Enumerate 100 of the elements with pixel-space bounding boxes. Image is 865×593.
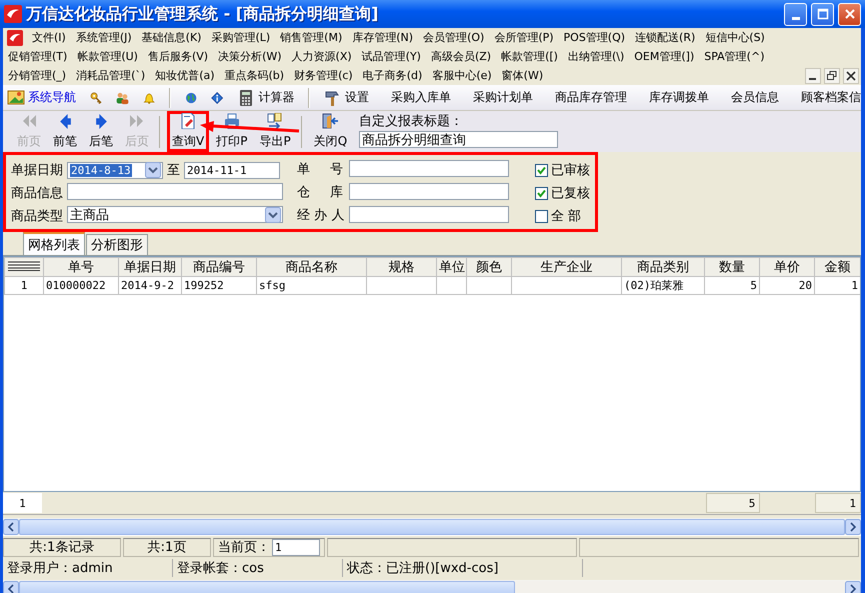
dropdown-button[interactable] — [265, 206, 281, 222]
tab[interactable]: 分析图形 — [86, 234, 148, 255]
input-field[interactable] — [349, 206, 509, 223]
input-field[interactable] — [349, 160, 509, 177]
child-minimize-button[interactable] — [805, 68, 821, 84]
scrollbar-thumb[interactable] — [19, 518, 845, 534]
current-page-field[interactable]: 1 — [272, 538, 320, 556]
menu-item[interactable]: 窗体(W) — [500, 68, 544, 83]
checkbox-label[interactable]: 已复核 — [551, 184, 590, 202]
menu-item[interactable]: 电子商务(d) — [362, 68, 424, 83]
menu-item[interactable]: 分销管理(_) — [7, 68, 68, 83]
column-header[interactable]: 单价 — [760, 258, 814, 276]
page-count: 共:1页 — [148, 539, 186, 556]
column-header[interactable]: 金额 — [814, 258, 860, 276]
table-cell: sfsg — [256, 276, 366, 294]
menu-item[interactable]: 促销管理(T) — [7, 49, 68, 64]
product-type-dropdown[interactable]: 主商品 — [67, 206, 283, 223]
input-field[interactable] — [67, 183, 283, 200]
column-header[interactable]: 规格 — [366, 258, 436, 276]
toolbar-button[interactable]: 计算器 — [258, 89, 294, 106]
menu-item[interactable]: 售后服务(V) — [146, 49, 210, 64]
scroll-right-button[interactable] — [845, 580, 861, 593]
toolbar-button[interactable]: 关闭Q — [308, 111, 352, 152]
scroll-left-button[interactable] — [3, 580, 19, 593]
toolbar-button[interactable]: 库存调拨单 — [649, 89, 710, 106]
menu-item[interactable]: 出纳管理(\) — [566, 49, 626, 64]
menu-item[interactable]: 文件(I) — [31, 30, 67, 45]
menu-item[interactable]: POS管理(Q) — [562, 30, 626, 45]
menu-item[interactable]: SPA管理(^) — [703, 49, 766, 64]
field-label: 商品信息 — [11, 185, 63, 202]
checkbox[interactable] — [535, 164, 548, 176]
column-header[interactable]: 商品名称 — [256, 258, 366, 276]
menu-item[interactable]: 销售管理(M) — [279, 30, 344, 45]
tab[interactable]: 网格列表 — [23, 232, 85, 255]
menu-item[interactable]: 决策分析(W) — [217, 49, 283, 64]
toolbar-button[interactable]: 采购入库单 — [391, 89, 452, 106]
menu-item[interactable]: 财务管理(c) — [293, 68, 354, 83]
column-header[interactable]: 数量 — [704, 258, 760, 276]
toolbar-button[interactable]: 后笔 — [84, 111, 118, 152]
menu-item[interactable]: 库存管理(N) — [351, 30, 414, 45]
column-header[interactable]: 单号 — [44, 258, 118, 276]
menu-item[interactable]: 重点条码(b) — [224, 68, 286, 83]
column-header[interactable]: 生产企业 — [512, 258, 622, 276]
toolbar-button[interactable]: 导出P — [254, 111, 296, 152]
menu-item[interactable]: 会所管理(P) — [493, 30, 555, 45]
column-header[interactable]: 颜色 — [466, 258, 512, 276]
toolbar-button[interactable]: 商品库存管理 — [555, 89, 628, 106]
toolbar-button[interactable]: 会员信息 — [731, 89, 780, 106]
navigation-link[interactable]: 系统导航 — [28, 89, 76, 106]
menu-item[interactable]: 短信中心(S) — [704, 30, 766, 45]
menu-item[interactable]: 试品管理(Y) — [360, 49, 422, 64]
status-text: 登录用户：admin — [7, 560, 113, 576]
menu-item[interactable]: 消耗品管理(`) — [75, 68, 146, 83]
field-label: 商品类型 — [11, 208, 63, 225]
record-count: 共:1条记录 — [30, 539, 94, 556]
menu-item[interactable]: 客服中心(e) — [431, 68, 493, 83]
column-header[interactable]: 单位 — [436, 258, 466, 276]
left-arrow-icon — [60, 114, 70, 128]
close-button[interactable] — [838, 2, 861, 26]
table-cell: 199252 — [182, 276, 256, 294]
export-documents-icon — [267, 113, 284, 129]
input-field[interactable] — [349, 183, 509, 200]
minimize-icon — [792, 16, 800, 20]
checkbox-label[interactable]: 全 部 — [551, 207, 582, 225]
toolbar-button[interactable]: 设置 — [345, 89, 370, 106]
menu-item[interactable]: 人力资源(X) — [290, 49, 353, 64]
menu-item[interactable]: OEM管理(]) — [633, 49, 696, 64]
column-header[interactable]: 单据日期 — [118, 258, 182, 276]
menu-item[interactable]: 帐款管理([) — [500, 49, 559, 64]
report-title-field[interactable]: 商品拆分明细查询 — [359, 131, 558, 148]
menu-item[interactable]: 帐款管理(U) — [76, 49, 139, 64]
date-to-field[interactable]: 2014-11-1 — [184, 162, 280, 178]
toolbar-button[interactable]: 采购计划单 — [473, 89, 534, 106]
date-from-dropdown[interactable]: 2014-8-13 — [67, 162, 163, 178]
checkbox-label[interactable]: 已审核 — [551, 161, 590, 179]
toolbar-button[interactable]: 查询V — [167, 111, 210, 152]
menu-item[interactable]: 连锁配送(R) — [634, 30, 696, 45]
menu-item[interactable]: 系统管理(J) — [74, 30, 133, 45]
column-header[interactable]: 商品编号 — [182, 258, 256, 276]
maximize-button[interactable] — [811, 2, 834, 26]
child-restore-button[interactable] — [824, 68, 840, 84]
toolbar-button[interactable]: 顾客档案信 — [801, 89, 861, 106]
checkbox[interactable] — [535, 186, 548, 200]
scrollbar-thumb[interactable] — [19, 580, 515, 593]
child-close-button[interactable] — [843, 68, 859, 84]
menu-item[interactable]: 采购管理(L) — [210, 30, 272, 45]
menu-item[interactable]: 知妆优普(a) — [154, 68, 216, 83]
desktop-icon[interactable] — [7, 88, 25, 106]
column-header[interactable]: 商品类别 — [622, 258, 704, 276]
menu-item[interactable]: 基础信息(K) — [140, 30, 202, 45]
menu-item[interactable]: 高级会员(Z) — [430, 49, 492, 64]
toolbar-button[interactable]: 前笔 — [48, 111, 82, 152]
checkbox[interactable] — [535, 210, 548, 222]
minimize-button[interactable] — [784, 2, 807, 26]
field-label: 单 号 — [297, 161, 343, 179]
row-number-cell: 1 — [3, 493, 42, 513]
menu-item[interactable]: 会员管理(O) — [422, 30, 486, 45]
dropdown-button[interactable] — [145, 162, 161, 178]
scroll-right-button[interactable] — [845, 518, 861, 534]
scroll-left-button[interactable] — [3, 518, 19, 534]
